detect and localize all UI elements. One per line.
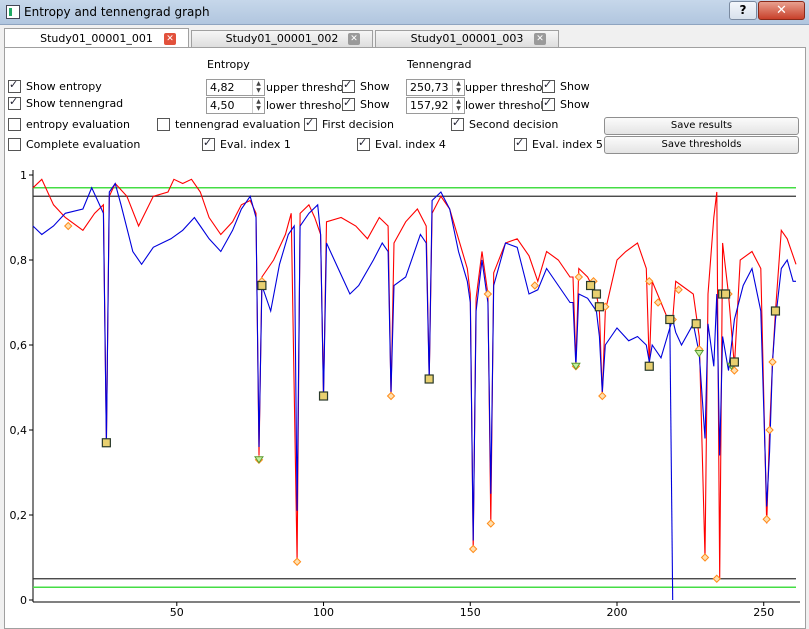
orange-diamond-marker <box>530 281 540 290</box>
square-marker <box>101 438 111 448</box>
x-tick-label: 250 <box>753 606 774 619</box>
orange-diamond-marker <box>598 391 607 401</box>
square-marker <box>424 374 434 384</box>
square-marker <box>318 391 329 401</box>
y-tick-label: 0,8 <box>10 254 28 267</box>
square-marker <box>591 289 602 299</box>
x-tick-label: 150 <box>460 606 481 619</box>
y-tick-label: 0,4 <box>10 424 28 437</box>
orange-diamond-marker <box>700 553 710 562</box>
x-tick-label: 50 <box>170 606 184 619</box>
orange-diamond-marker <box>674 285 683 294</box>
orange-diamond-marker <box>386 391 396 401</box>
square-marker <box>665 314 675 325</box>
square-marker <box>729 357 739 367</box>
orange-diamond-marker <box>768 357 777 367</box>
x-tick-label: 200 <box>606 606 627 619</box>
square-marker <box>691 319 701 329</box>
square-marker <box>585 280 596 291</box>
square-marker <box>770 306 781 316</box>
square-marker <box>257 280 267 291</box>
orange-diamond-marker <box>292 557 302 566</box>
square-marker <box>644 361 654 371</box>
tennengrad-series-line <box>32 182 796 541</box>
y-tick-label: 0,6 <box>10 339 28 352</box>
entropy-tennengrad-chart: 00,20,40,60,8150 100 150 200 250 <box>10 169 800 619</box>
orange-diamond-marker <box>468 544 478 554</box>
x-tick-label: 100 <box>313 606 334 619</box>
orange-diamond-marker <box>765 425 774 435</box>
entropy-series-line <box>32 178 797 579</box>
orange-diamond-marker <box>574 272 584 282</box>
square-marker <box>720 289 731 299</box>
tennengrad_drop-series-line <box>669 319 674 601</box>
orange-diamond-marker <box>483 289 493 299</box>
y-tick-label: 1 <box>20 169 27 182</box>
y-tick-label: 0,2 <box>10 509 28 522</box>
square-marker <box>594 302 604 312</box>
y-tick-label: 0 <box>20 594 27 607</box>
orange-diamond-marker <box>486 519 496 528</box>
orange-diamond-marker <box>762 515 771 524</box>
orange-diamond-marker <box>64 221 73 231</box>
green-triangle-marker <box>694 350 705 358</box>
